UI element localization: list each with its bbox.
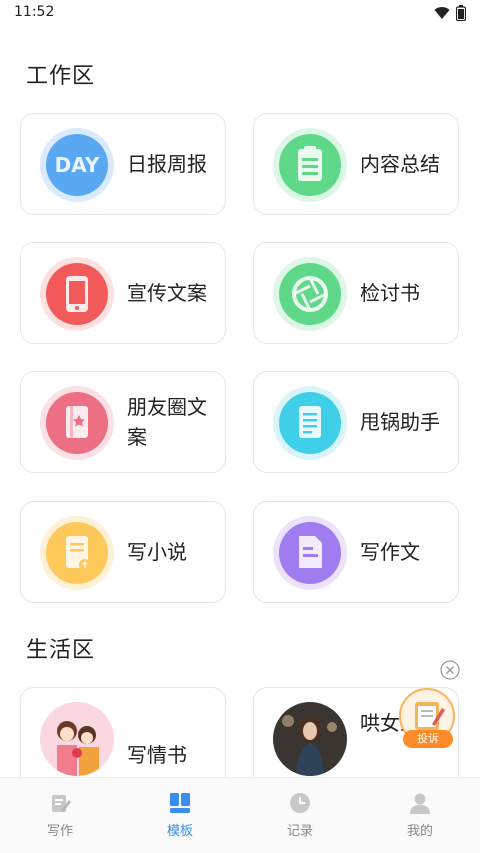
pencil-doc-icon <box>52 795 71 812</box>
tab-profile[interactable]: 我的 <box>380 792 460 839</box>
phone-icon <box>40 257 114 331</box>
card-blame-helper[interactable]: 甩锅助手 <box>253 371 459 473</box>
card-write-essay[interactable]: 写作文 <box>253 501 459 603</box>
clock-icon <box>290 793 310 813</box>
tab-records[interactable]: 记录 <box>260 792 340 839</box>
card-write-novel[interactable]: 写小说 <box>20 501 226 603</box>
card-label: 写作文 <box>360 540 420 564</box>
close-icon[interactable] <box>440 660 460 680</box>
card-label: 写情书 <box>127 743 187 767</box>
section-title-life: 生活区 <box>26 638 96 663</box>
status-bar: 11:52 <box>0 0 480 26</box>
wifi-icon <box>434 7 450 20</box>
card-label: 内容总结 <box>360 152 440 176</box>
aperture-icon <box>273 257 347 331</box>
book-icon <box>40 386 114 460</box>
tab-label: 我的 <box>406 824 433 839</box>
status-icons <box>434 5 466 21</box>
card-label: 写小说 <box>127 540 187 564</box>
card-self-review[interactable]: 检讨书 <box>253 242 459 344</box>
file-icon <box>273 516 347 590</box>
status-time: 11:52 <box>14 4 55 20</box>
card-moments-copy[interactable]: 朋友圈文案 <box>20 371 226 473</box>
tab-templates[interactable]: 模板 <box>140 792 220 839</box>
upload-doc-icon <box>40 516 114 590</box>
tab-label: 记录 <box>286 824 313 839</box>
document-icon <box>273 386 347 460</box>
tab-label: 写作 <box>46 824 73 839</box>
card-label: 甩锅助手 <box>360 410 440 434</box>
bottom-tab-bar: 写作 模板 记录 我的 <box>0 777 480 853</box>
card-daily-report[interactable]: DAY 日报周报 <box>20 113 226 215</box>
section-title-work: 工作区 <box>26 64 96 89</box>
tab-write[interactable]: 写作 <box>20 792 100 839</box>
day-icon-text: DAY <box>55 153 100 177</box>
card-content-summary[interactable]: 内容总结 <box>253 113 459 215</box>
card-label: 宣传文案 <box>127 281 207 305</box>
tab-label: 模板 <box>166 824 193 839</box>
girl-portrait-icon <box>273 702 347 776</box>
day-icon: DAY <box>40 128 114 202</box>
card-label: 朋友圈文案 <box>127 395 207 449</box>
report-button-label[interactable]: 投诉 <box>403 730 453 748</box>
card-promo-copy[interactable]: 宣传文案 <box>20 242 226 344</box>
grid-icon <box>170 793 190 813</box>
clipboard-icon <box>273 128 347 202</box>
card-label: 日报周报 <box>127 152 207 176</box>
card-label: 检讨书 <box>360 281 420 305</box>
couple-illustration-icon <box>40 702 114 776</box>
person-icon <box>410 793 430 814</box>
battery-icon <box>456 5 466 21</box>
